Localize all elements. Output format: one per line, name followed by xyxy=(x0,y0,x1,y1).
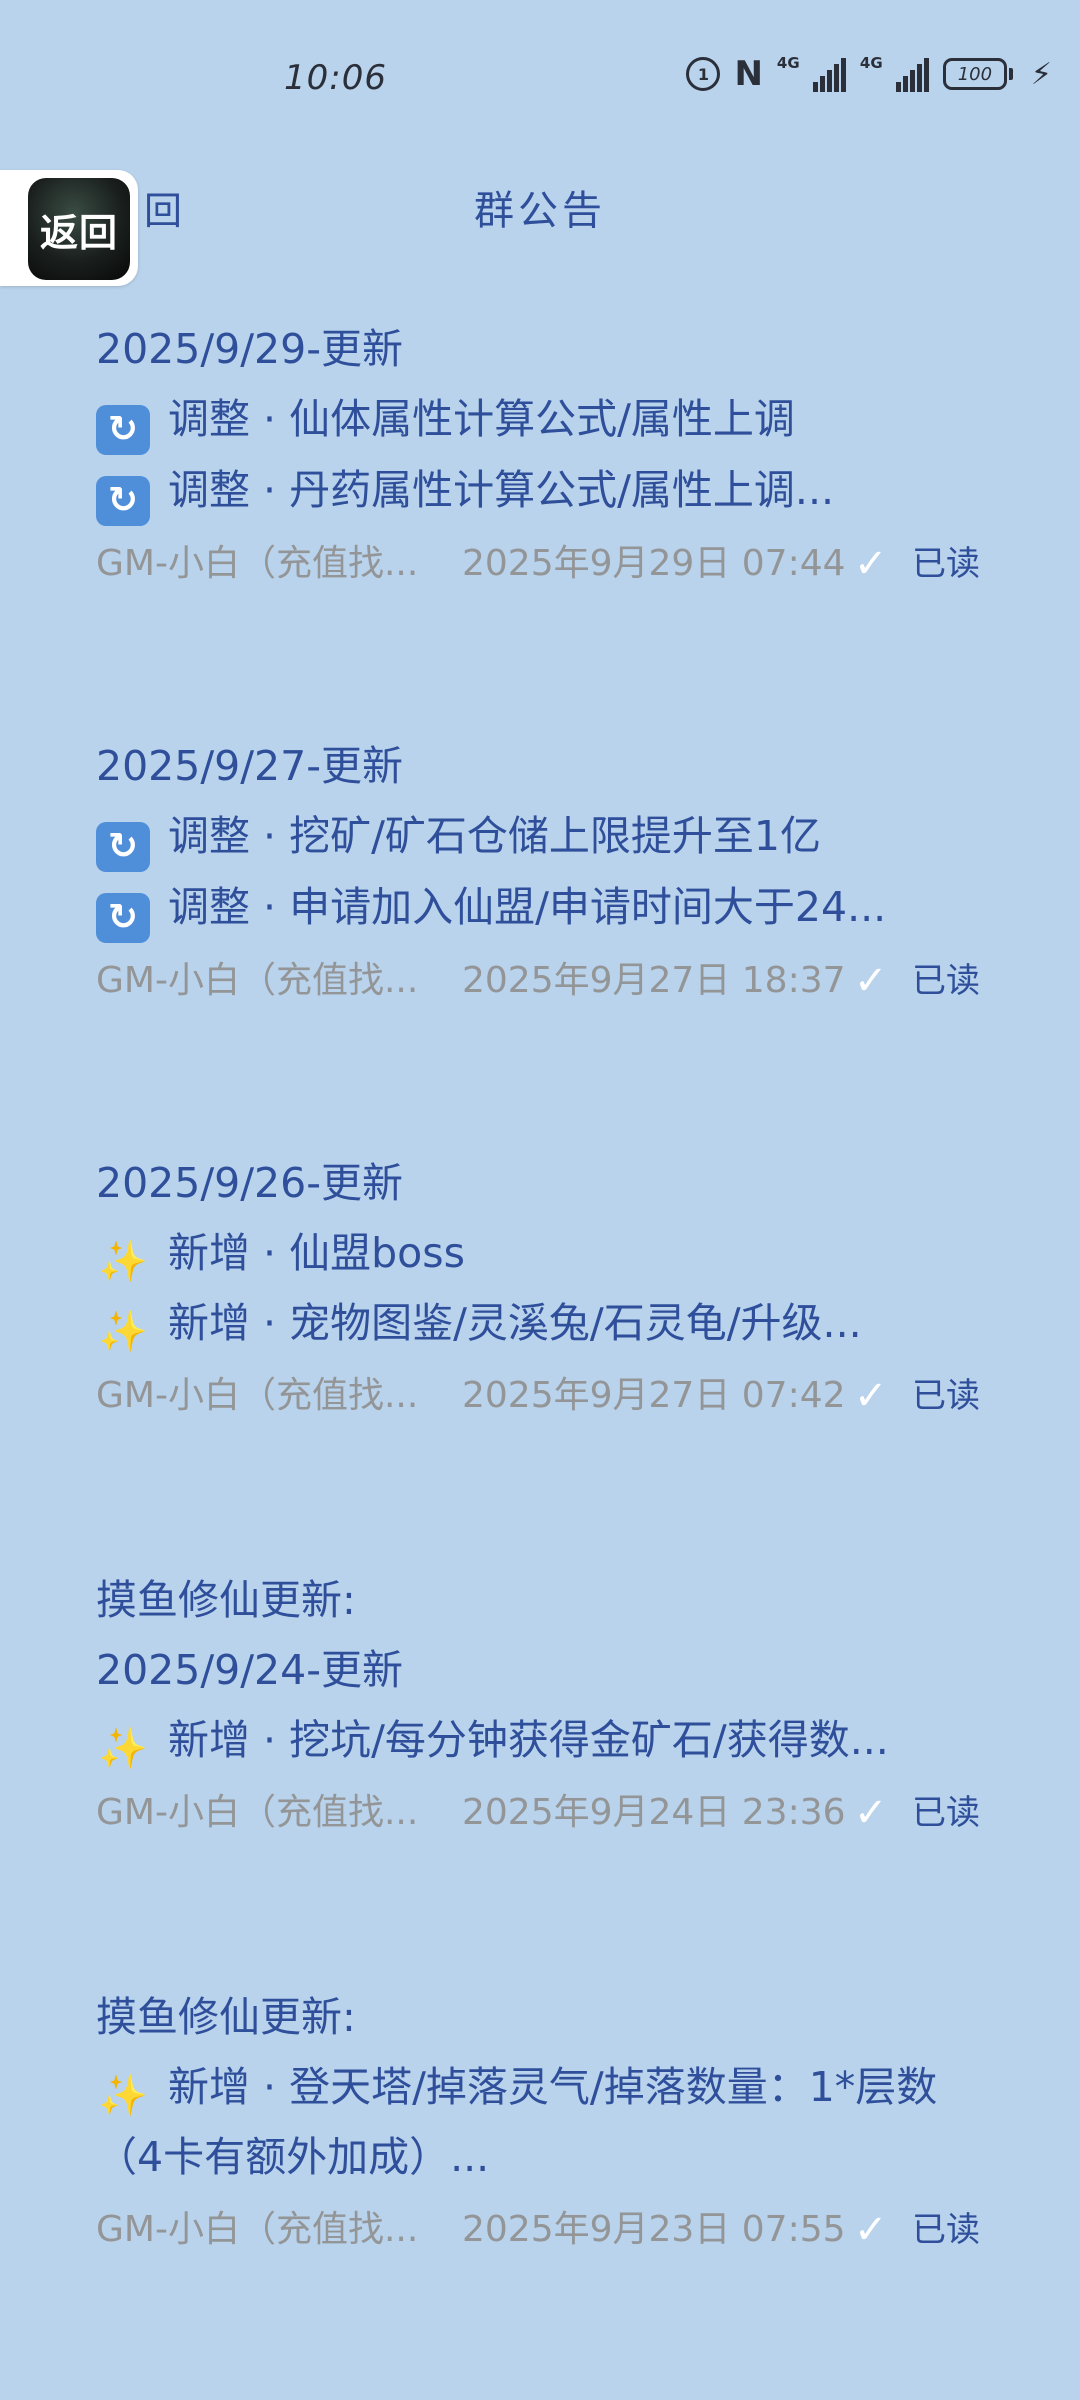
notice-meta: GM-小白（充值找... 2025年9月24日 23:36 ✓ 已读 xyxy=(96,1783,996,1843)
read-status: 已读 xyxy=(912,2210,980,2250)
notice-line: ✨ 新增 · 宠物图鉴/灵溪兔/石灵龟/升级... xyxy=(96,1288,996,1358)
notice-author: GM-小白（充值找... xyxy=(96,960,419,1001)
notice-item[interactable]: 摸鱼修仙更新: ✨ 新增 · 登天塔/掉落灵气/掉落数量：1*层数（4卡有额外加成… xyxy=(96,1982,996,2260)
notice-item[interactable]: 摸鱼修仙更新: 2025/9/24-更新 ✨ 新增 · 挖坑/每分钟获得金矿石/获… xyxy=(96,1565,996,1843)
notice-author: GM-小白（充值找... xyxy=(96,1792,419,1833)
status-bar: 10:06 1 N 4G 4G 100 ⚡ xyxy=(0,0,1080,160)
network-type-label: 4G xyxy=(776,54,800,72)
notice-line: ↻ 调整 · 申请加入仙盟/申请时间大于24... xyxy=(96,872,996,943)
notice-meta: GM-小白（充值找... 2025年9月27日 18:37 ✓ 已读 xyxy=(96,951,996,1011)
back-button-image[interactable]: 返回 xyxy=(28,178,130,280)
sparkles-icon: ✨ xyxy=(98,1726,148,1772)
notice-line: ↻ 调整 · 仙体属性计算公式/属性上调 xyxy=(96,384,996,455)
check-icon: ✓ xyxy=(854,1790,888,1836)
notice-time: 2025年9月27日 18:37 xyxy=(462,960,846,1001)
charging-icon: ⚡ xyxy=(1030,56,1052,92)
sparkles-icon: ✨ xyxy=(98,1309,148,1355)
read-status: 已读 xyxy=(912,1376,980,1416)
refresh-icon: ↻ xyxy=(96,893,150,943)
notice-line: ✨ 新增 · 登天塔/掉落灵气/掉落数量：1*层数（4卡有额外加成）... xyxy=(96,2063,938,2181)
notice-date: 2025/9/26-更新 xyxy=(96,1159,404,1207)
notice-meta: GM-小白（充值找... 2025年9月27日 07:42 ✓ 已读 xyxy=(96,1366,996,1426)
notice-author: GM-小白（充值找... xyxy=(96,2209,419,2250)
notice-date: 2025/9/27-更新 xyxy=(96,742,404,790)
back-text[interactable]: 回 xyxy=(144,180,182,235)
notice-item[interactable]: 2025/9/29-更新 ↻ 调整 · 仙体属性计算公式/属性上调 ↻ 调整 · 丹… xyxy=(96,314,996,594)
notice-date: 2025/9/29-更新 xyxy=(96,325,404,373)
notice-author: GM-小白（充值找... xyxy=(96,1375,419,1416)
read-status: 已读 xyxy=(912,1793,980,1833)
notice-date: 2025/9/24-更新 xyxy=(96,1646,404,1694)
refresh-icon: ↻ xyxy=(96,822,150,872)
notice-heading: 摸鱼修仙更新: xyxy=(96,1576,356,1624)
sparkles-icon: ✨ xyxy=(98,2073,148,2119)
nfc-icon: N xyxy=(734,54,763,94)
hd-icon: 1 xyxy=(686,57,721,91)
page-title: 群公告 xyxy=(474,188,606,234)
battery-level: 100 xyxy=(942,58,1007,90)
read-status: 已读 xyxy=(912,544,980,584)
notice-line: ↻ 调整 · 挖矿/矿石仓储上限提升至1亿 xyxy=(96,801,996,872)
notice-time: 2025年9月27日 07:42 xyxy=(462,1375,846,1416)
check-icon: ✓ xyxy=(854,2207,888,2253)
back-button-label: 返回 xyxy=(39,209,118,255)
notice-author: GM-小白（充值找... xyxy=(96,543,419,584)
notice-item[interactable]: 2025/9/26-更新 ✨ 新增 · 仙盟boss ✨ 新增 · 宠物图鉴/灵溪兔… xyxy=(96,1148,996,1426)
status-icons: 1 N 4G 4G 100 ⚡ xyxy=(686,56,1052,92)
notice-line: ↻ 调整 · 丹药属性计算公式/属性上调... xyxy=(96,455,996,526)
signal-icon: 4G xyxy=(860,56,929,92)
sparkles-icon: ✨ xyxy=(98,1239,148,1285)
notice-heading: 摸鱼修仙更新: xyxy=(96,1993,356,2041)
refresh-icon: ↻ xyxy=(96,476,150,526)
signal-icon: 4G xyxy=(777,56,846,92)
battery-icon: 100 xyxy=(942,58,1013,90)
network-type-label: 4G xyxy=(859,54,883,72)
notice-time: 2025年9月24日 23:36 xyxy=(462,1792,846,1833)
read-status: 已读 xyxy=(912,961,980,1001)
status-time: 10:06 xyxy=(284,58,387,98)
check-icon: ✓ xyxy=(854,541,888,587)
notice-item[interactable]: 2025/9/27-更新 ↻ 调整 · 挖矿/矿石仓储上限提升至1亿 ↻ 调整 · … xyxy=(96,731,996,1011)
notice-time: 2025年9月29日 07:44 xyxy=(462,543,846,584)
notice-line: ✨ 新增 · 挖坑/每分钟获得金矿石/获得数... xyxy=(96,1705,996,1775)
check-icon: ✓ xyxy=(854,1373,888,1419)
back-button[interactable]: 返回 xyxy=(0,170,138,286)
notice-meta: GM-小白（充值找... 2025年9月29日 07:44 ✓ 已读 xyxy=(96,534,996,594)
notice-time: 2025年9月23日 07:55 xyxy=(462,2209,846,2250)
notice-meta: GM-小白（充值找... 2025年9月23日 07:55 ✓ 已读 xyxy=(96,2200,996,2260)
notice-line: ✨ 新增 · 仙盟boss xyxy=(96,1218,996,1288)
refresh-icon: ↻ xyxy=(96,405,150,455)
check-icon: ✓ xyxy=(854,958,888,1004)
